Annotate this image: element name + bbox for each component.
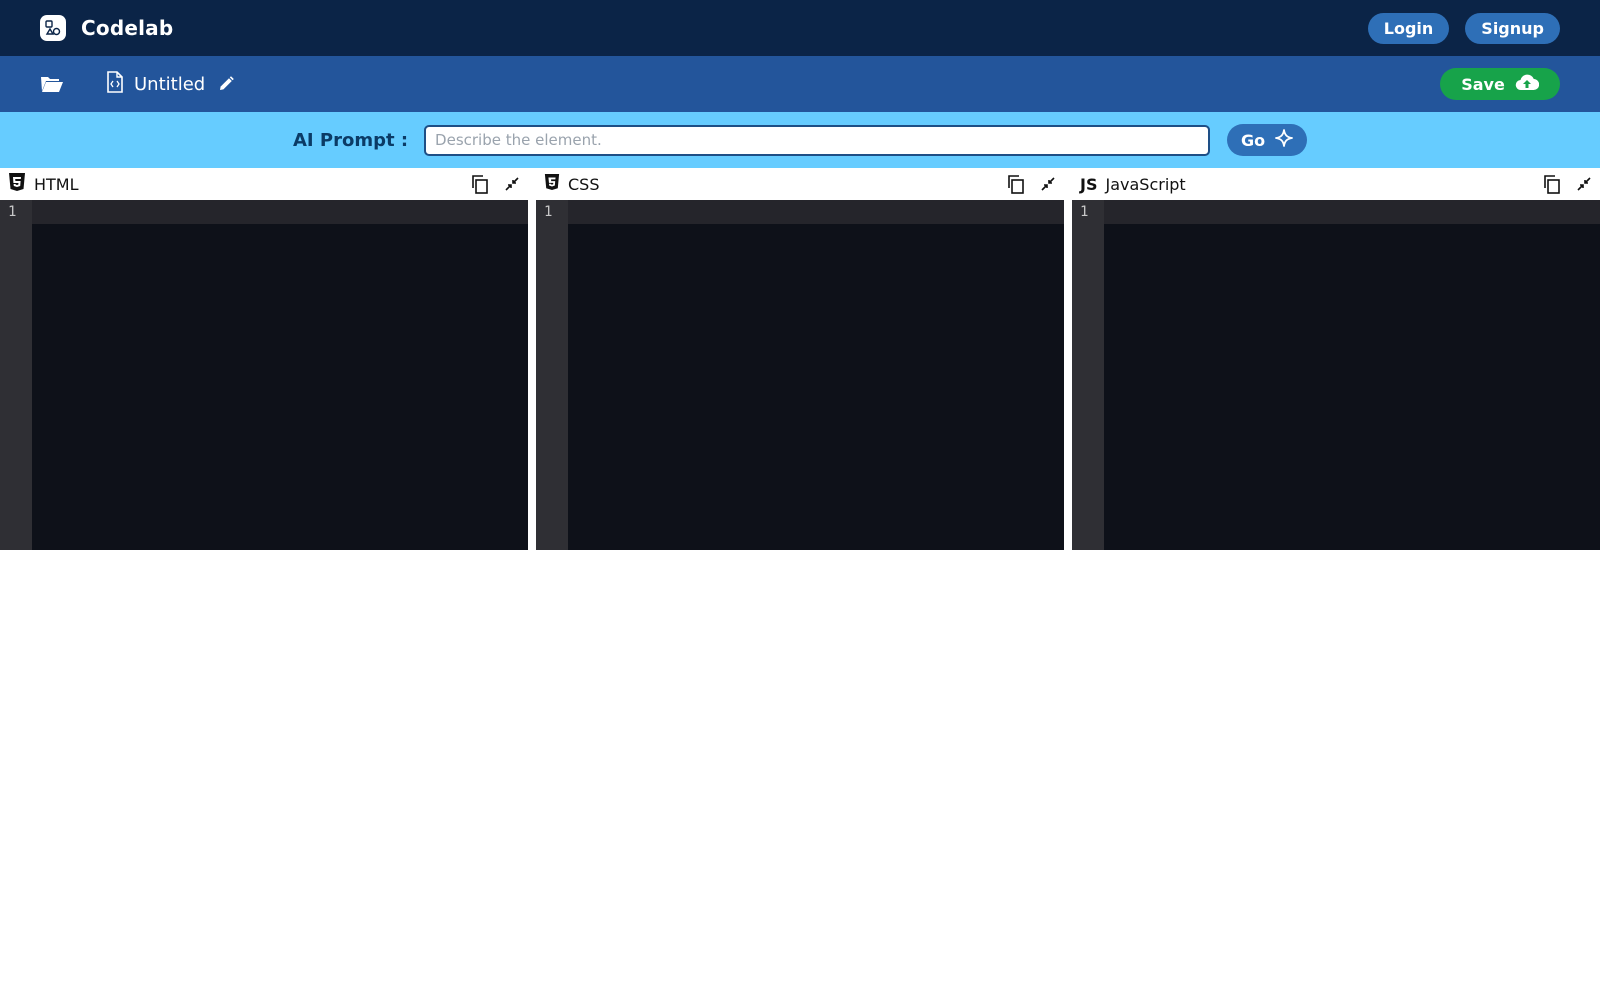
login-button[interactable]: Login: [1367, 12, 1450, 44]
collapse-icon[interactable]: [1576, 176, 1592, 192]
line-gutter: 1: [0, 200, 32, 550]
css-pane-label: CSS: [568, 174, 600, 194]
save-button-label: Save: [1461, 74, 1505, 94]
cloud-upload-icon: [1515, 73, 1539, 95]
ai-prompt-label: AI Prompt :: [293, 129, 409, 151]
html5-icon: [8, 172, 26, 196]
html-editor-pane: HTML 1: [0, 168, 528, 550]
code-area[interactable]: [1104, 200, 1600, 550]
file-name-area: Untitled: [106, 71, 235, 97]
line-gutter: 1: [536, 200, 568, 550]
html-code-editor[interactable]: 1: [0, 200, 528, 550]
css-pane-actions: [1006, 174, 1056, 194]
line-gutter: 1: [1072, 200, 1104, 550]
ai-prompt-bar: AI Prompt : Go: [0, 112, 1600, 168]
file-bar: Untitled Save: [0, 56, 1600, 112]
js-code-editor[interactable]: 1: [1072, 200, 1600, 550]
file-controls: Untitled: [40, 71, 235, 97]
editor-panes: HTML 1 CSS 1 JS JavaScript 1: [0, 168, 1600, 550]
html-pane-title: HTML: [8, 172, 79, 196]
line-number: 1: [1080, 204, 1089, 220]
css-editor-pane: CSS 1: [536, 168, 1064, 550]
css-pane-title: CSS: [544, 173, 599, 195]
codelab-logo-icon: [40, 15, 66, 41]
signup-button[interactable]: Signup: [1465, 12, 1560, 44]
auth-buttons: Login Signup: [1367, 12, 1560, 44]
go-button[interactable]: Go: [1227, 124, 1308, 156]
copy-icon[interactable]: [470, 174, 490, 194]
active-line-highlight: [32, 200, 528, 224]
css-code-editor[interactable]: 1: [536, 200, 1064, 550]
js-editor-pane: JS JavaScript 1: [1072, 168, 1600, 550]
copy-icon[interactable]: [1006, 174, 1026, 194]
copy-icon[interactable]: [1542, 174, 1562, 194]
js-pane-title: JS JavaScript: [1080, 175, 1186, 194]
active-line-highlight: [568, 200, 1064, 224]
collapse-icon[interactable]: [1040, 176, 1056, 192]
line-number: 1: [544, 204, 553, 220]
code-area[interactable]: [568, 200, 1064, 550]
folder-open-icon[interactable]: [40, 74, 64, 94]
css3-icon: [544, 173, 560, 195]
js-icon: JS: [1080, 174, 1098, 194]
html-pane-header: HTML: [0, 168, 528, 200]
brand[interactable]: Codelab: [40, 15, 173, 41]
save-button[interactable]: Save: [1440, 68, 1560, 100]
html-pane-actions: [470, 174, 520, 194]
go-button-label: Go: [1240, 130, 1266, 150]
edit-title-icon[interactable]: [217, 75, 235, 93]
brand-name: Codelab: [81, 16, 174, 40]
html-pane-label: HTML: [34, 174, 79, 194]
file-title[interactable]: Untitled: [134, 74, 205, 95]
line-number: 1: [8, 204, 17, 220]
js-pane-actions: [1542, 174, 1592, 194]
js-pane-label: JavaScript: [1105, 174, 1186, 194]
css-pane-header: CSS: [536, 168, 1064, 200]
js-pane-header: JS JavaScript: [1072, 168, 1600, 200]
code-area[interactable]: [32, 200, 528, 550]
collapse-icon[interactable]: [504, 176, 520, 192]
top-bar: Codelab Login Signup: [0, 0, 1600, 56]
active-line-highlight: [1104, 200, 1600, 224]
preview-area: [0, 550, 1600, 1000]
sparkle-icon: [1275, 129, 1294, 151]
ai-prompt-input[interactable]: [424, 124, 1211, 156]
code-file-icon: [106, 71, 124, 97]
